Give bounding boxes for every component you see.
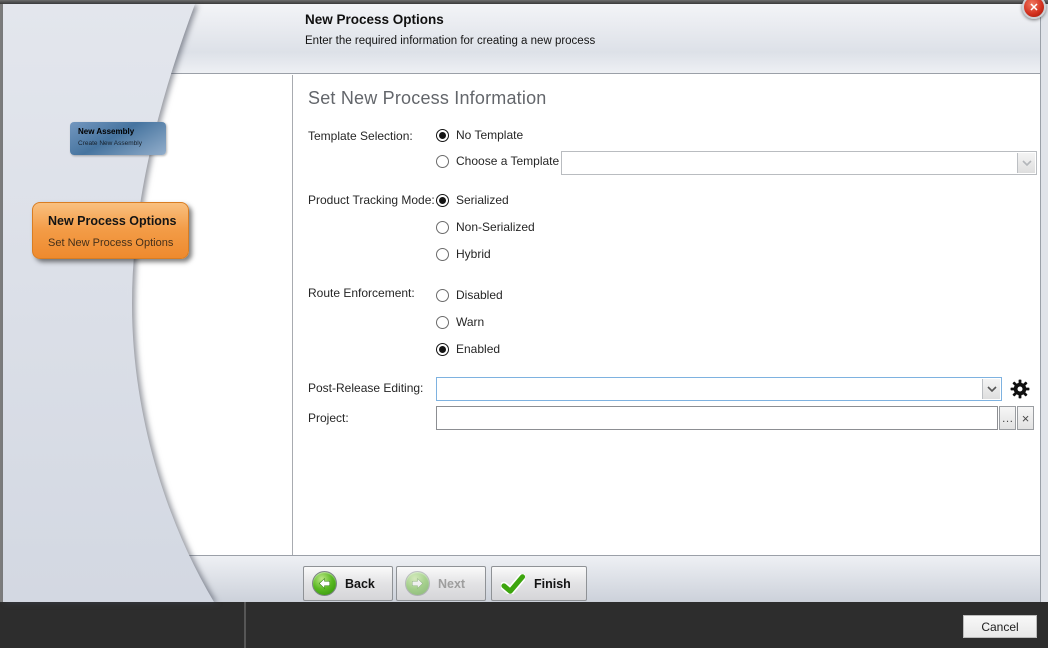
cancel-button[interactable]: Cancel: [963, 615, 1037, 638]
finish-button-label: Finish: [534, 577, 571, 591]
chevron-down-icon[interactable]: [1017, 153, 1035, 173]
radio-non-serialized[interactable]: Non-Serialized: [436, 220, 535, 234]
radio-icon[interactable]: [436, 248, 449, 261]
radio-hybrid[interactable]: Hybrid: [436, 247, 491, 261]
radio-icon[interactable]: [436, 155, 449, 168]
wizard-window: New Process Options Enter the required i…: [0, 0, 1048, 648]
radio-label: No Template: [456, 128, 523, 142]
step-new-process-options[interactable]: New Process Options Set New Process Opti…: [32, 202, 189, 259]
radio-icon[interactable]: [436, 221, 449, 234]
chevron-down-icon[interactable]: [982, 379, 1000, 399]
product-tracking-mode-label: Product Tracking Mode:: [308, 193, 435, 207]
radio-label: Disabled: [456, 288, 503, 302]
radio-icon[interactable]: [436, 289, 449, 302]
radio-icon[interactable]: [436, 343, 449, 356]
step-title: New Process Options: [48, 214, 177, 228]
radio-serialized[interactable]: Serialized: [436, 193, 509, 207]
step-subtitle: Set New Process Options: [48, 237, 173, 249]
radio-label: Hybrid: [456, 247, 491, 261]
step-subtitle: Create New Assembly: [78, 140, 142, 147]
next-button-label: Next: [438, 577, 465, 591]
cancel-button-label: Cancel: [981, 620, 1018, 634]
radio-icon[interactable]: [436, 129, 449, 142]
post-release-editing-label: Post-Release Editing:: [308, 381, 423, 395]
project-label: Project:: [308, 411, 349, 425]
next-button[interactable]: Next: [396, 566, 486, 601]
template-selection-label: Template Selection:: [308, 129, 413, 143]
step-title: New Assembly: [78, 127, 134, 136]
radio-label: Non-Serialized: [456, 220, 535, 234]
radio-label: Serialized: [456, 193, 509, 207]
back-arrow-icon: [312, 571, 337, 596]
form-panel: Set New Process Information Template Sel…: [292, 75, 1040, 555]
next-arrow-icon: [405, 571, 430, 596]
radio-warn[interactable]: Warn: [436, 315, 484, 329]
finish-button[interactable]: Finish: [491, 566, 587, 601]
radio-icon[interactable]: [436, 194, 449, 207]
radio-enabled[interactable]: Enabled: [436, 342, 500, 356]
page-title: New Process Options: [305, 12, 444, 27]
form-heading: Set New Process Information: [308, 88, 547, 109]
radio-disabled[interactable]: Disabled: [436, 288, 503, 302]
page-subtitle: Enter the required information for creat…: [305, 35, 595, 47]
x-icon: ×: [1022, 411, 1030, 426]
wizard-content: New Process Options Enter the required i…: [3, 4, 1040, 602]
radio-label: Enabled: [456, 342, 500, 356]
radio-label: Warn: [456, 315, 484, 329]
back-button-label: Back: [345, 577, 375, 591]
back-button[interactable]: Back: [303, 566, 393, 601]
bottom-bar-divider: [244, 602, 246, 648]
clear-button[interactable]: ×: [1017, 406, 1034, 430]
close-icon: ✕: [1029, 1, 1038, 14]
radio-label: Choose a Template: [456, 154, 559, 168]
bottom-bar: Cancel: [0, 602, 1048, 648]
post-release-editing-combobox[interactable]: [436, 377, 1002, 401]
ellipsis-icon: …: [1002, 411, 1014, 425]
radio-icon[interactable]: [436, 316, 449, 329]
route-enforcement-label: Route Enforcement:: [308, 286, 415, 300]
sidebar-curve: [3, 4, 233, 602]
radio-choose-template[interactable]: Choose a Template: [436, 154, 559, 168]
project-input[interactable]: [436, 406, 998, 430]
template-combobox[interactable]: [561, 151, 1037, 175]
step-new-assembly[interactable]: New Assembly Create New Assembly: [70, 122, 166, 155]
gear-icon[interactable]: [1010, 379, 1030, 399]
radio-no-template[interactable]: No Template: [436, 128, 523, 142]
finish-check-icon: [500, 571, 526, 596]
window-right-edge: [1040, 4, 1048, 602]
browse-button[interactable]: …: [999, 406, 1016, 430]
